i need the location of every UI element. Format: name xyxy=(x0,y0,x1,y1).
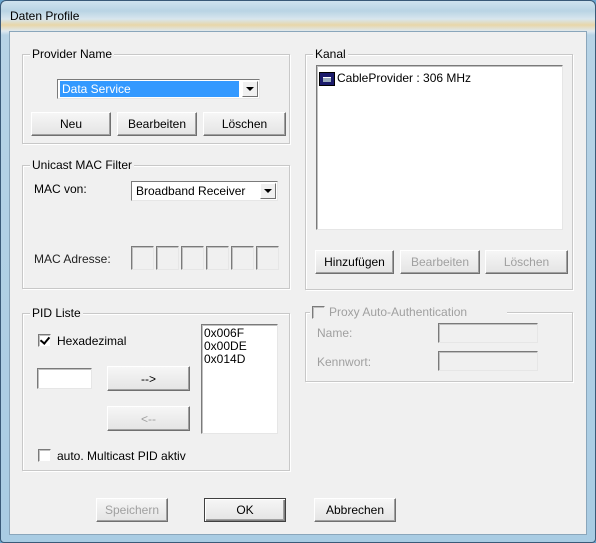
channel-list-item-label: CableProvider : 306 MHz xyxy=(337,71,472,85)
kanal-group: Kanal CableProvider : 306 MHz Hinzufügen… xyxy=(305,47,573,290)
kanal-label: Kanal xyxy=(313,47,348,61)
mac-octet-6[interactable] xyxy=(256,246,279,270)
unicast-mac-filter-label: Unicast MAC Filter xyxy=(30,158,135,172)
hexadecimal-label: Hexadezimal xyxy=(57,334,127,348)
chevron-down-icon[interactable] xyxy=(260,183,276,199)
pid-listbox[interactable]: 0x006F 0x00DE 0x014D xyxy=(201,324,278,434)
pid-list-group: PID Liste Hexadezimal --> <-- 0x006F 0x0… xyxy=(22,306,290,471)
proxy-password-label: Kennwort: xyxy=(317,355,372,369)
window-title: Daten Profile xyxy=(10,9,80,23)
mac-address-label: MAC Adresse: xyxy=(34,252,111,266)
channel-add-button[interactable]: Hinzufügen xyxy=(315,250,394,274)
mac-from-select-value: Broadband Receiver xyxy=(136,184,246,198)
provider-delete-button[interactable]: Löschen xyxy=(203,112,286,136)
chevron-down-icon[interactable] xyxy=(242,81,258,97)
channel-listbox[interactable]: CableProvider : 306 MHz xyxy=(316,65,563,230)
proxy-auth-label: Proxy Auto-Authentication xyxy=(329,305,468,319)
pid-list-item[interactable]: 0x014D xyxy=(202,353,277,366)
dialog-client: Provider Name Data Service Neu Bearbeite… xyxy=(9,31,587,535)
provider-select[interactable]: Data Service xyxy=(57,79,260,99)
pid-input[interactable] xyxy=(37,368,92,389)
proxy-auth-checkbox[interactable] xyxy=(312,305,325,319)
pid-add-button[interactable]: --> xyxy=(107,366,190,391)
pid-remove-button[interactable]: <-- xyxy=(107,406,190,431)
dialog-window: Daten Profile Provider Name Data Service… xyxy=(0,0,596,543)
proxy-password-field[interactable] xyxy=(438,351,538,371)
mac-from-label: MAC von: xyxy=(34,182,87,196)
channel-edit-button[interactable]: Bearbeiten xyxy=(400,250,480,274)
mac-from-select[interactable]: Broadband Receiver xyxy=(131,181,278,201)
mac-octet-1[interactable] xyxy=(131,246,154,270)
proxy-group: Proxy Auto-Authentication Name: Kennwort… xyxy=(305,305,573,382)
mac-octet-2[interactable] xyxy=(156,246,179,270)
provider-edit-button[interactable]: Bearbeiten xyxy=(117,112,197,136)
title-bar[interactable]: Daten Profile xyxy=(1,1,595,32)
provider-select-value: Data Service xyxy=(60,81,239,97)
mac-octet-3[interactable] xyxy=(181,246,204,270)
mac-octet-5[interactable] xyxy=(231,246,254,270)
auto-multicast-checkbox[interactable] xyxy=(38,449,51,462)
pid-list-label: PID Liste xyxy=(30,306,83,320)
proxy-group-header: Proxy Auto-Authentication xyxy=(310,305,508,319)
ok-button[interactable]: OK xyxy=(204,498,286,522)
channel-icon xyxy=(319,71,335,86)
proxy-name-field[interactable] xyxy=(438,323,538,343)
channel-list-item[interactable]: CableProvider : 306 MHz xyxy=(317,70,562,86)
provider-new-button[interactable]: Neu xyxy=(31,112,111,136)
cancel-button[interactable]: Abbrechen xyxy=(314,498,396,522)
proxy-name-label: Name: xyxy=(317,326,353,340)
provider-name-group: Provider Name Data Service Neu Bearbeite… xyxy=(22,47,290,144)
channel-delete-button[interactable]: Löschen xyxy=(485,250,568,274)
unicast-mac-filter-group: Unicast MAC Filter MAC von: Broadband Re… xyxy=(22,158,290,289)
hexadecimal-checkbox[interactable] xyxy=(38,334,51,347)
auto-multicast-label: auto. Multicast PID aktiv xyxy=(57,449,186,463)
mac-octet-4[interactable] xyxy=(206,246,229,270)
provider-name-label: Provider Name xyxy=(30,47,115,61)
save-button[interactable]: Speichern xyxy=(96,498,168,522)
